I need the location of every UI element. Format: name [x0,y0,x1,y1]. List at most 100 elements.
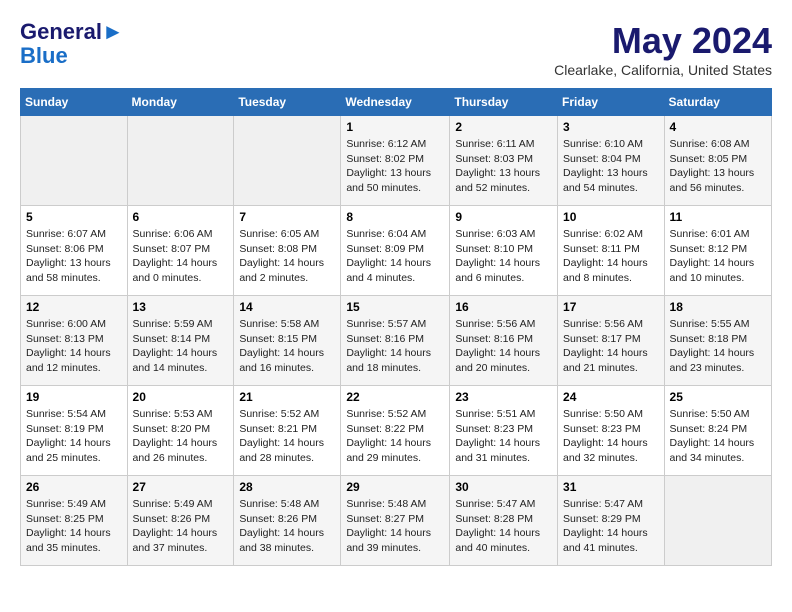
calendar-cell: 14 Sunrise: 5:58 AMSunset: 8:15 PMDayligh… [234,296,341,386]
day-info: Sunrise: 6:04 AMSunset: 8:09 PMDaylight:… [346,227,444,286]
day-info: Sunrise: 5:55 AMSunset: 8:18 PMDaylight:… [670,317,766,376]
calendar-cell: 7 Sunrise: 6:05 AMSunset: 8:08 PMDaylight… [234,206,341,296]
calendar-week-row: 5Sunrise: 6:07 AMSunset: 8:06 PMDaylight… [21,206,772,296]
weekday-header: Sunday [21,89,128,116]
day-info: Sunrise: 5:52 AMSunset: 8:22 PMDaylight:… [346,407,444,466]
day-number: 3 [563,120,659,134]
weekday-header: Friday [558,89,665,116]
day-info: Sunrise: 6:11 AMSunset: 8:03 PMDaylight:… [455,137,552,196]
calendar-cell [234,116,341,206]
day-info: Sunrise: 5:59 AMSunset: 8:14 PMDaylight:… [133,317,229,376]
day-info: Sunrise: 5:49 AMSunset: 8:25 PMDaylight:… [26,497,122,556]
calendar-cell: 20 Sunrise: 5:53 AMSunset: 8:20 PMDayligh… [127,386,234,476]
day-info: Sunrise: 5:51 AMSunset: 8:23 PMDaylight:… [455,407,552,466]
day-info: Sunrise: 5:49 AMSunset: 8:26 PMDaylight:… [133,497,229,556]
calendar-cell: 17Sunrise: 5:56 AMSunset: 8:17 PMDayligh… [558,296,665,386]
weekday-header: Thursday [450,89,558,116]
calendar-cell: 18 Sunrise: 5:55 AMSunset: 8:18 PMDayligh… [664,296,771,386]
weekday-header: Saturday [664,89,771,116]
calendar-cell: 21Sunrise: 5:52 AMSunset: 8:21 PMDayligh… [234,386,341,476]
day-info: Sunrise: 5:58 AMSunset: 8:15 PMDaylight:… [239,317,335,376]
calendar-cell: 28 Sunrise: 5:48 AMSunset: 8:26 PMDayligh… [234,476,341,566]
weekday-header-row: SundayMondayTuesdayWednesdayThursdayFrid… [21,89,772,116]
day-info: Sunrise: 6:01 AMSunset: 8:12 PMDaylight:… [670,227,766,286]
calendar-cell: 1 Sunrise: 6:12 AMSunset: 8:02 PMDaylight… [341,116,450,206]
calendar-table: SundayMondayTuesdayWednesdayThursdayFrid… [20,88,772,566]
day-number: 22 [346,390,444,404]
day-number: 18 [670,300,766,314]
day-info: Sunrise: 6:06 AMSunset: 8:07 PMDaylight:… [133,227,229,286]
day-number: 20 [133,390,229,404]
day-info: Sunrise: 5:56 AMSunset: 8:16 PMDaylight:… [455,317,552,376]
weekday-header: Tuesday [234,89,341,116]
day-info: Sunrise: 5:47 AMSunset: 8:28 PMDaylight:… [455,497,552,556]
day-info: Sunrise: 5:50 AMSunset: 8:24 PMDaylight:… [670,407,766,466]
day-info: Sunrise: 6:02 AMSunset: 8:11 PMDaylight:… [563,227,659,286]
day-number: 25 [670,390,766,404]
day-info: Sunrise: 5:53 AMSunset: 8:20 PMDaylight:… [133,407,229,466]
day-number: 26 [26,480,122,494]
calendar-cell: 16 Sunrise: 5:56 AMSunset: 8:16 PMDayligh… [450,296,558,386]
calendar-cell: 4Sunrise: 6:08 AMSunset: 8:05 PMDaylight… [664,116,771,206]
calendar-cell: 8Sunrise: 6:04 AMSunset: 8:09 PMDaylight… [341,206,450,296]
day-info: Sunrise: 6:07 AMSunset: 8:06 PMDaylight:… [26,227,122,286]
day-number: 27 [133,480,229,494]
calendar-cell: 29Sunrise: 5:48 AMSunset: 8:27 PMDayligh… [341,476,450,566]
day-info: Sunrise: 6:00 AMSunset: 8:13 PMDaylight:… [26,317,122,376]
day-info: Sunrise: 6:05 AMSunset: 8:08 PMDaylight:… [239,227,335,286]
logo: General► Blue [20,20,124,68]
day-number: 10 [563,210,659,224]
weekday-header: Wednesday [341,89,450,116]
calendar-cell: 24Sunrise: 5:50 AMSunset: 8:23 PMDayligh… [558,386,665,476]
page-header: General► Blue May 2024 Clearlake, Califo… [20,20,772,78]
day-number: 19 [26,390,122,404]
calendar-week-row: 19 Sunrise: 5:54 AMSunset: 8:19 PMDayligh… [21,386,772,476]
logo-blue: Blue [20,44,124,68]
calendar-cell: 3 Sunrise: 6:10 AMSunset: 8:04 PMDaylight… [558,116,665,206]
calendar-cell: 19 Sunrise: 5:54 AMSunset: 8:19 PMDayligh… [21,386,128,476]
day-info: Sunrise: 6:10 AMSunset: 8:04 PMDaylight:… [563,137,659,196]
day-number: 13 [133,300,229,314]
day-number: 12 [26,300,122,314]
title-block: May 2024 Clearlake, California, United S… [554,20,772,78]
day-number: 16 [455,300,552,314]
day-number: 1 [346,120,444,134]
calendar-cell [127,116,234,206]
calendar-cell: 30 Sunrise: 5:47 AMSunset: 8:28 PMDayligh… [450,476,558,566]
calendar-cell: 13 Sunrise: 5:59 AMSunset: 8:14 PMDayligh… [127,296,234,386]
calendar-cell: 6 Sunrise: 6:06 AMSunset: 8:07 PMDaylight… [127,206,234,296]
day-number: 6 [133,210,229,224]
day-info: Sunrise: 5:54 AMSunset: 8:19 PMDaylight:… [26,407,122,466]
day-number: 9 [455,210,552,224]
day-number: 2 [455,120,552,134]
day-number: 17 [563,300,659,314]
month-title: May 2024 [554,20,772,62]
calendar-cell: 27 Sunrise: 5:49 AMSunset: 8:26 PMDayligh… [127,476,234,566]
day-info: Sunrise: 5:47 AMSunset: 8:29 PMDaylight:… [563,497,659,556]
calendar-cell: 9Sunrise: 6:03 AMSunset: 8:10 PMDaylight… [450,206,558,296]
weekday-header: Monday [127,89,234,116]
day-number: 24 [563,390,659,404]
day-info: Sunrise: 5:48 AMSunset: 8:26 PMDaylight:… [239,497,335,556]
day-info: Sunrise: 5:57 AMSunset: 8:16 PMDaylight:… [346,317,444,376]
calendar-cell [664,476,771,566]
day-number: 7 [239,210,335,224]
day-info: Sunrise: 6:08 AMSunset: 8:05 PMDaylight:… [670,137,766,196]
calendar-cell: 25 Sunrise: 5:50 AMSunset: 8:24 PMDayligh… [664,386,771,476]
calendar-cell [21,116,128,206]
calendar-cell: 23Sunrise: 5:51 AMSunset: 8:23 PMDayligh… [450,386,558,476]
day-number: 30 [455,480,552,494]
calendar-cell: 5Sunrise: 6:07 AMSunset: 8:06 PMDaylight… [21,206,128,296]
location: Clearlake, California, United States [554,62,772,78]
calendar-week-row: 12 Sunrise: 6:00 AMSunset: 8:13 PMDayligh… [21,296,772,386]
calendar-week-row: 1 Sunrise: 6:12 AMSunset: 8:02 PMDaylight… [21,116,772,206]
day-number: 21 [239,390,335,404]
day-number: 14 [239,300,335,314]
calendar-cell: 26 Sunrise: 5:49 AMSunset: 8:25 PMDayligh… [21,476,128,566]
day-number: 29 [346,480,444,494]
day-number: 28 [239,480,335,494]
day-number: 15 [346,300,444,314]
calendar-cell: 10 Sunrise: 6:02 AMSunset: 8:11 PMDayligh… [558,206,665,296]
day-info: Sunrise: 6:12 AMSunset: 8:02 PMDaylight:… [346,137,444,196]
day-number: 11 [670,210,766,224]
